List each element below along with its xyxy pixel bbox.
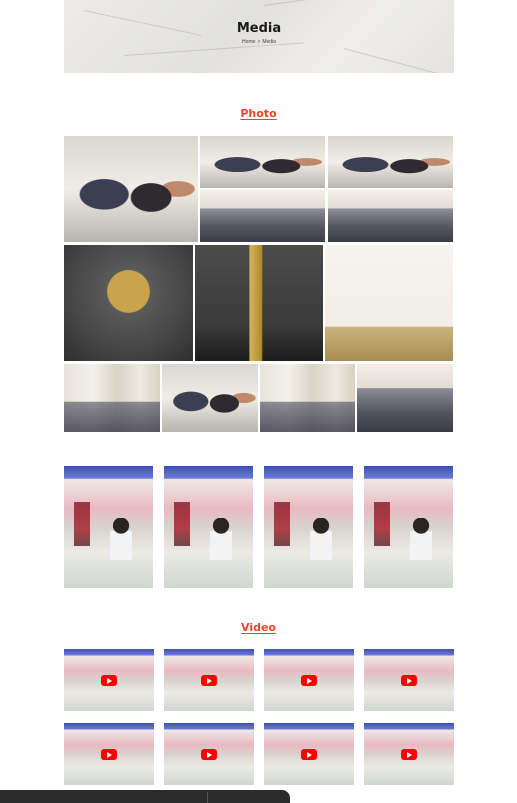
video-thumbnail[interactable] bbox=[364, 649, 454, 711]
gallery-photo[interactable] bbox=[328, 190, 453, 242]
youtube-play-icon[interactable] bbox=[401, 749, 417, 760]
youtube-play-icon[interactable] bbox=[301, 749, 317, 760]
video-thumbnail[interactable] bbox=[364, 723, 454, 785]
gallery-photo[interactable] bbox=[357, 364, 453, 432]
page-title: Media bbox=[236, 21, 282, 36]
breadcrumb-separator: > bbox=[257, 39, 261, 45]
gallery-photo[interactable] bbox=[162, 364, 258, 432]
video-thumbnail[interactable] bbox=[264, 649, 354, 711]
gallery-photo[interactable] bbox=[264, 466, 353, 588]
breadcrumb-current: Media bbox=[262, 39, 276, 45]
gallery-photo[interactable] bbox=[328, 136, 453, 188]
gallery-photo[interactable] bbox=[64, 245, 193, 361]
gallery-photo[interactable] bbox=[325, 245, 453, 361]
youtube-play-icon[interactable] bbox=[301, 675, 317, 686]
breadcrumb: Home > Media bbox=[64, 39, 454, 45]
bottom-sticky-bar[interactable] bbox=[0, 790, 290, 803]
video-thumbnail[interactable] bbox=[64, 649, 154, 711]
photo-section-title: Photo bbox=[240, 107, 277, 120]
page-hero-banner: Media Home > Media bbox=[64, 0, 454, 73]
youtube-play-icon[interactable] bbox=[101, 675, 117, 686]
youtube-play-icon[interactable] bbox=[401, 675, 417, 686]
gallery-photo[interactable] bbox=[200, 190, 325, 242]
bar-divider bbox=[207, 792, 208, 803]
gallery-photo[interactable] bbox=[64, 364, 160, 432]
youtube-play-icon[interactable] bbox=[101, 749, 117, 760]
video-thumbnail[interactable] bbox=[64, 723, 154, 785]
youtube-play-icon[interactable] bbox=[201, 675, 217, 686]
gallery-photo[interactable] bbox=[260, 364, 355, 432]
gallery-photo[interactable] bbox=[64, 136, 198, 242]
video-thumbnail[interactable] bbox=[164, 649, 254, 711]
gallery-photo[interactable] bbox=[195, 245, 323, 361]
video-thumbnail[interactable] bbox=[164, 723, 254, 785]
video-section-title: Video bbox=[241, 621, 276, 634]
youtube-play-icon[interactable] bbox=[201, 749, 217, 760]
gallery-photo[interactable] bbox=[200, 136, 325, 188]
video-thumbnail[interactable] bbox=[264, 723, 354, 785]
gallery-photo[interactable] bbox=[64, 466, 153, 588]
gallery-photo[interactable] bbox=[164, 466, 253, 588]
breadcrumb-home-link[interactable]: Home bbox=[242, 39, 255, 45]
gallery-photo[interactable] bbox=[364, 466, 453, 588]
